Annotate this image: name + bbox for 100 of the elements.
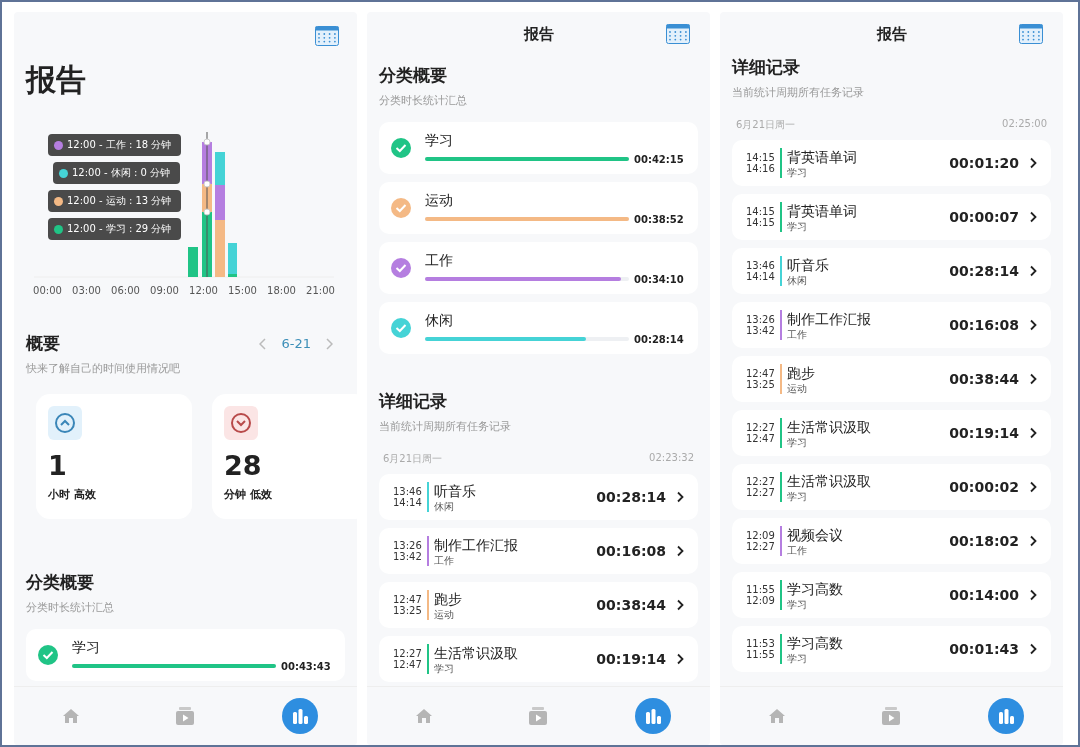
record-card[interactable]: 13:26 13:42 制作工作汇报 工作 00:16:08 (379, 528, 698, 574)
duration-text: 00:34:10 (634, 273, 684, 285)
record-card[interactable]: 11:53 11:55 学习高数 学习 00:01:43 (732, 626, 1051, 672)
start-time: 14:15 (746, 205, 775, 217)
record-category: 运动 (786, 382, 808, 394)
chevron-right-icon (676, 545, 684, 557)
duration-text: 00:38:44 (596, 597, 666, 613)
start-time: 12:27 (746, 421, 775, 433)
record-card[interactable]: 12:27 12:27 生活常识汲取 学习 00:00:02 (732, 464, 1051, 510)
section-title: 分类概要 (379, 64, 447, 87)
category-card[interactable]: 学习 00:42:15 (379, 122, 698, 174)
end-time: 14:14 (393, 497, 422, 509)
category-card[interactable]: 学习 00:43:43 (26, 629, 345, 681)
chevron-right-icon (676, 653, 684, 665)
record-category: 学习 (786, 598, 808, 610)
stat-label: 小时 高效 (48, 487, 96, 502)
chart-tooltip: 12:00 - 运动 : 13 分钟 (48, 190, 182, 212)
start-time: 11:53 (746, 637, 775, 649)
category-card[interactable]: 休闲 00:28:14 (379, 302, 698, 354)
duration-text: 00:19:14 (949, 425, 1019, 441)
end-time: 13:25 (746, 379, 775, 391)
chevron-down-icon (224, 406, 258, 440)
end-time: 13:42 (393, 551, 422, 563)
record-title: 生活常识汲取 (786, 418, 872, 437)
record-category: 学习 (786, 166, 808, 178)
end-time: 11:55 (746, 649, 775, 661)
next-icon[interactable] (325, 337, 333, 350)
record-card[interactable]: 12:27 12:47 生活常识汲取 学习 00:19:14 (379, 636, 698, 682)
play-icon (881, 706, 902, 726)
record-card[interactable]: 12:09 12:27 视频会议 工作 00:18:02 (732, 518, 1051, 564)
record-title: 听音乐 (786, 256, 830, 275)
section-title: 详细记录 (379, 390, 447, 413)
record-category: 工作 (433, 554, 455, 566)
axis-label: 03:00 (71, 285, 102, 296)
duration-text: 00:19:14 (596, 651, 666, 667)
duration-text: 00:28:14 (949, 263, 1019, 279)
screen-title: 报告 (876, 24, 907, 44)
start-time: 14:15 (746, 151, 775, 163)
record-category: 学习 (786, 652, 808, 664)
category-name: 工作 (425, 251, 454, 270)
record-category: 学习 (786, 436, 808, 448)
end-time: 14:14 (746, 271, 775, 283)
record-category: 学习 (786, 490, 808, 502)
section-title: 分类概要 (26, 571, 94, 594)
record-card[interactable]: 12:47 13:25 跑步 运动 00:38:44 (379, 582, 698, 628)
calendar-icon[interactable] (1019, 24, 1043, 44)
stat-value: 1 (48, 450, 67, 481)
end-time: 13:25 (393, 605, 422, 617)
duration-text: 00:01:43 (949, 641, 1019, 657)
stats-tab[interactable] (281, 698, 318, 734)
section-subtitle: 分类时长统计汇总 (379, 93, 468, 108)
chart-tooltip: 12:00 - 休闲 : 0 分钟 (53, 162, 181, 184)
chevron-right-icon (1029, 427, 1037, 439)
chevron-right-icon (676, 491, 684, 503)
section-subtitle: 分类时长统计汇总 (26, 600, 115, 615)
record-card[interactable]: 14:15 14:15 背英语单词 学习 00:00:07 (732, 194, 1051, 240)
axis-label: 21:00 (305, 285, 336, 296)
category-name: 运动 (425, 191, 454, 210)
previous-icon[interactable] (259, 337, 268, 350)
category-card[interactable]: 工作 00:34:10 (379, 242, 698, 294)
check-icon (391, 258, 411, 278)
chevron-right-icon (1029, 535, 1037, 547)
category-name: 休闲 (425, 311, 454, 330)
stats-tab[interactable] (634, 698, 671, 734)
record-category: 运动 (433, 608, 455, 620)
record-card[interactable]: 12:27 12:47 生活常识汲取 学习 00:19:14 (732, 410, 1051, 456)
record-title: 制作工作汇报 (433, 536, 519, 555)
duration-text: 00:38:52 (634, 213, 684, 225)
start-time: 11:55 (746, 583, 775, 595)
category-card[interactable]: 运动 00:38:52 (379, 182, 698, 234)
record-title: 视频会议 (786, 526, 844, 545)
day-total: 02:23:32 (649, 452, 694, 465)
axis-label: 18:00 (266, 285, 297, 296)
calendar-icon[interactable] (315, 26, 339, 46)
record-card[interactable]: 12:47 13:25 跑步 运动 00:38:44 (732, 356, 1051, 402)
record-card[interactable]: 13:46 14:14 听音乐 休闲 00:28:14 (732, 248, 1051, 294)
start-time: 13:46 (393, 485, 422, 497)
record-title: 学习高数 (786, 634, 844, 653)
record-title: 学习高数 (786, 580, 844, 599)
start-time: 13:46 (746, 259, 775, 271)
record-category: 学习 (433, 662, 455, 674)
duration-text: 00:18:02 (949, 533, 1019, 549)
duration-text: 00:28:14 (596, 489, 666, 505)
record-category: 休闲 (786, 274, 808, 286)
axis-label: 15:00 (227, 285, 258, 296)
record-card[interactable]: 13:46 14:14 听音乐 休闲 00:28:14 (379, 474, 698, 520)
start-time: 12:09 (746, 529, 775, 541)
record-card[interactable]: 14:15 14:16 背英语单词 学习 00:01:20 (732, 140, 1051, 186)
record-category: 学习 (786, 220, 808, 232)
section-subtitle: 当前统计周期所有任务记录 (379, 419, 512, 434)
chevron-right-icon (1029, 319, 1037, 331)
record-card[interactable]: 13:26 13:42 制作工作汇报 工作 00:16:08 (732, 302, 1051, 348)
stats-tab[interactable] (987, 698, 1024, 734)
record-category: 工作 (786, 544, 808, 556)
record-card[interactable]: 11:55 12:09 学习高数 学习 00:14:00 (732, 572, 1051, 618)
end-time: 12:47 (393, 659, 422, 671)
record-category: 工作 (786, 328, 808, 340)
calendar-icon[interactable] (666, 24, 690, 44)
check-icon (38, 645, 58, 665)
end-time: 14:15 (746, 217, 775, 229)
